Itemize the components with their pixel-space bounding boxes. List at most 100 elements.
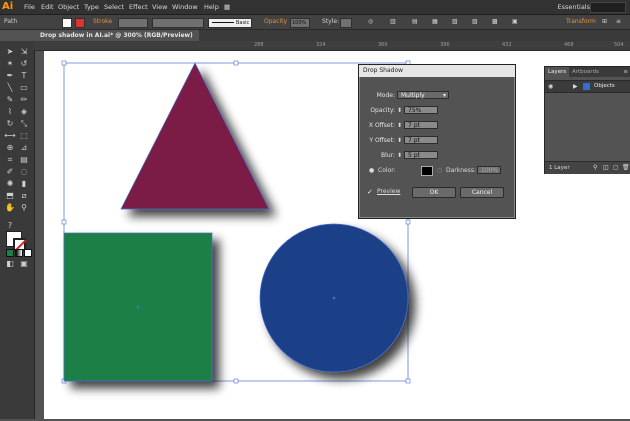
layer-row[interactable]: ◉ ▶ Objects — [545, 80, 630, 93]
variable-width-field[interactable] — [152, 18, 204, 28]
trash-icon[interactable]: 🗑 — [622, 162, 630, 174]
blend-tool-icon[interactable]: ◌ — [18, 167, 30, 177]
menu-file[interactable]: File — [24, 0, 35, 14]
workspace-switcher[interactable]: Essentials — [557, 0, 590, 14]
line-tool-icon[interactable]: ╲ — [4, 83, 16, 93]
lasso-tool-icon[interactable]: ↺ — [18, 59, 30, 69]
visibility-eye-icon[interactable]: ◉ — [548, 81, 553, 92]
menu-help[interactable]: Help — [204, 0, 219, 14]
blur-field[interactable]: 5 pt — [404, 151, 438, 159]
hand-tool-icon[interactable]: ✋ — [4, 203, 16, 213]
zoom-tool-icon[interactable]: ⚲ — [18, 203, 30, 213]
pen-tool-icon[interactable]: ✒ — [4, 71, 16, 81]
darkness-field[interactable]: 100% — [477, 166, 501, 174]
stroke-weight-field[interactable] — [118, 18, 148, 28]
graph-tool-icon[interactable]: ▮ — [18, 179, 30, 189]
tab-artboards[interactable]: Artboards — [569, 67, 602, 77]
stroke-swatch[interactable] — [75, 18, 85, 28]
shape-builder-tool-icon[interactable]: ⊕ — [4, 143, 16, 153]
y-offset-stepper-icon[interactable]: ⬍ — [397, 136, 402, 145]
none-mode-icon[interactable] — [24, 249, 32, 257]
fill-swatch[interactable] — [62, 18, 72, 28]
search-input[interactable] — [590, 2, 626, 13]
menu-view[interactable]: View — [152, 0, 167, 14]
bounding-handle[interactable] — [233, 60, 239, 66]
perspective-grid-tool-icon[interactable]: ⊿ — [18, 143, 30, 153]
new-layer-icon[interactable]: ▢ — [613, 162, 619, 174]
rotate-tool-icon[interactable]: ↻ — [4, 119, 16, 129]
checkmark-icon[interactable]: ✓ — [367, 187, 373, 197]
gradient-tool-icon[interactable]: ▤ — [18, 155, 30, 165]
bounding-handle[interactable] — [405, 219, 411, 225]
scale-tool-icon[interactable]: ⤡ — [18, 119, 30, 129]
y-offset-field[interactable]: 7 pt — [404, 136, 438, 144]
pencil-tool-icon[interactable]: ✏ — [18, 95, 30, 105]
recolor-icon[interactable]: ◎ — [368, 15, 373, 29]
align-center-icon[interactable]: ▦ — [432, 15, 438, 29]
tab-layers[interactable]: Layers — [545, 67, 570, 77]
menu-object[interactable]: Object — [58, 0, 79, 14]
mode-select[interactable]: Multiply ▾ — [397, 91, 449, 99]
transform-label[interactable]: Transform — [566, 15, 596, 29]
brush-field[interactable]: Basic — [208, 18, 252, 28]
opacity-label[interactable]: Opacity — [264, 15, 287, 29]
screen-mode-icon[interactable]: ▣ — [18, 259, 30, 269]
align-icon[interactable]: ▥ — [390, 15, 396, 29]
align-bottom-icon[interactable]: ▩ — [492, 15, 498, 29]
ok-button[interactable]: OK — [412, 187, 456, 198]
triangle-shape[interactable] — [120, 62, 270, 210]
align-left-icon[interactable]: ▤ — [412, 15, 418, 29]
menu-effect[interactable]: Effect — [129, 0, 148, 14]
gradient-mode-icon[interactable] — [15, 249, 23, 257]
artwork-canvas[interactable] — [44, 51, 630, 419]
direct-selection-tool-icon[interactable]: ⇲ — [18, 47, 30, 57]
align-top-icon[interactable]: ▨ — [472, 15, 478, 29]
rectangle-tool-icon[interactable]: ▭ — [18, 83, 30, 93]
panel-menu-icon[interactable]: ≡ — [616, 15, 621, 29]
artboard-tool-icon[interactable]: ⬒ — [4, 191, 16, 201]
opacity-stepper-icon[interactable]: ⬍ — [397, 106, 402, 115]
blob-brush-tool-icon[interactable]: ⌇ — [4, 107, 16, 117]
locate-object-icon[interactable]: ⚲ — [593, 162, 597, 174]
isolate-icon[interactable]: ⊞ — [602, 15, 607, 29]
stroke-label[interactable]: Stroke — [93, 15, 112, 29]
bounding-handle[interactable] — [61, 60, 67, 66]
darkness-radio[interactable]: ○ — [437, 166, 442, 175]
magic-wand-tool-icon[interactable]: ✶ — [4, 59, 16, 69]
preview-label[interactable]: Preview — [377, 187, 400, 197]
mesh-tool-icon[interactable]: ⌗ — [4, 155, 16, 165]
free-transform-tool-icon[interactable]: ⬚ — [18, 131, 30, 141]
document-tab[interactable]: Drop shadow in AI.ai* @ 300% (RGB/Previe… — [34, 30, 199, 41]
layer-name[interactable]: Objects — [594, 81, 615, 92]
selection-tool-icon[interactable]: ➤ — [4, 47, 16, 57]
bounding-handle[interactable] — [405, 378, 411, 384]
cancel-button[interactable]: Cancel — [460, 187, 504, 198]
artboard[interactable] — [44, 51, 630, 419]
opacity-field[interactable]: 100% — [290, 18, 310, 28]
shadow-color-swatch[interactable] — [421, 166, 433, 176]
type-tool-icon[interactable]: T — [18, 71, 30, 81]
align-middle-icon[interactable]: ▣ — [512, 15, 518, 29]
distribute-icon[interactable]: ▧ — [452, 15, 458, 29]
expand-arrow-icon[interactable]: ▶ — [573, 81, 578, 92]
dialog-titlebar[interactable]: Drop Shadow — [359, 65, 515, 77]
help-icon[interactable]: ? — [4, 221, 16, 231]
x-offset-field[interactable]: 7 pt — [404, 121, 438, 129]
panel-menu-icon[interactable]: ≡ — [620, 67, 630, 77]
bridge-icon[interactable]: ▦ — [224, 0, 230, 14]
color-mode-icon[interactable] — [6, 249, 14, 257]
width-tool-icon[interactable]: ⟷ — [4, 131, 16, 141]
menu-window[interactable]: Window — [172, 0, 198, 14]
color-radio[interactable]: ● — [369, 166, 374, 175]
draw-mode-icon[interactable]: ◧ — [4, 259, 16, 269]
x-offset-stepper-icon[interactable]: ⬍ — [397, 121, 402, 130]
bounding-handle[interactable] — [233, 378, 239, 384]
menu-edit[interactable]: Edit — [41, 0, 54, 14]
clipping-mask-icon[interactable]: ◫ — [603, 162, 609, 174]
bounding-handle[interactable] — [61, 219, 67, 225]
menu-type[interactable]: Type — [84, 0, 99, 14]
paintbrush-tool-icon[interactable]: ✎ — [4, 95, 16, 105]
opacity-field[interactable]: 75% — [404, 106, 438, 114]
slice-tool-icon[interactable]: ⧄ — [18, 191, 30, 201]
eyedropper-tool-icon[interactable]: ✐ — [4, 167, 16, 177]
